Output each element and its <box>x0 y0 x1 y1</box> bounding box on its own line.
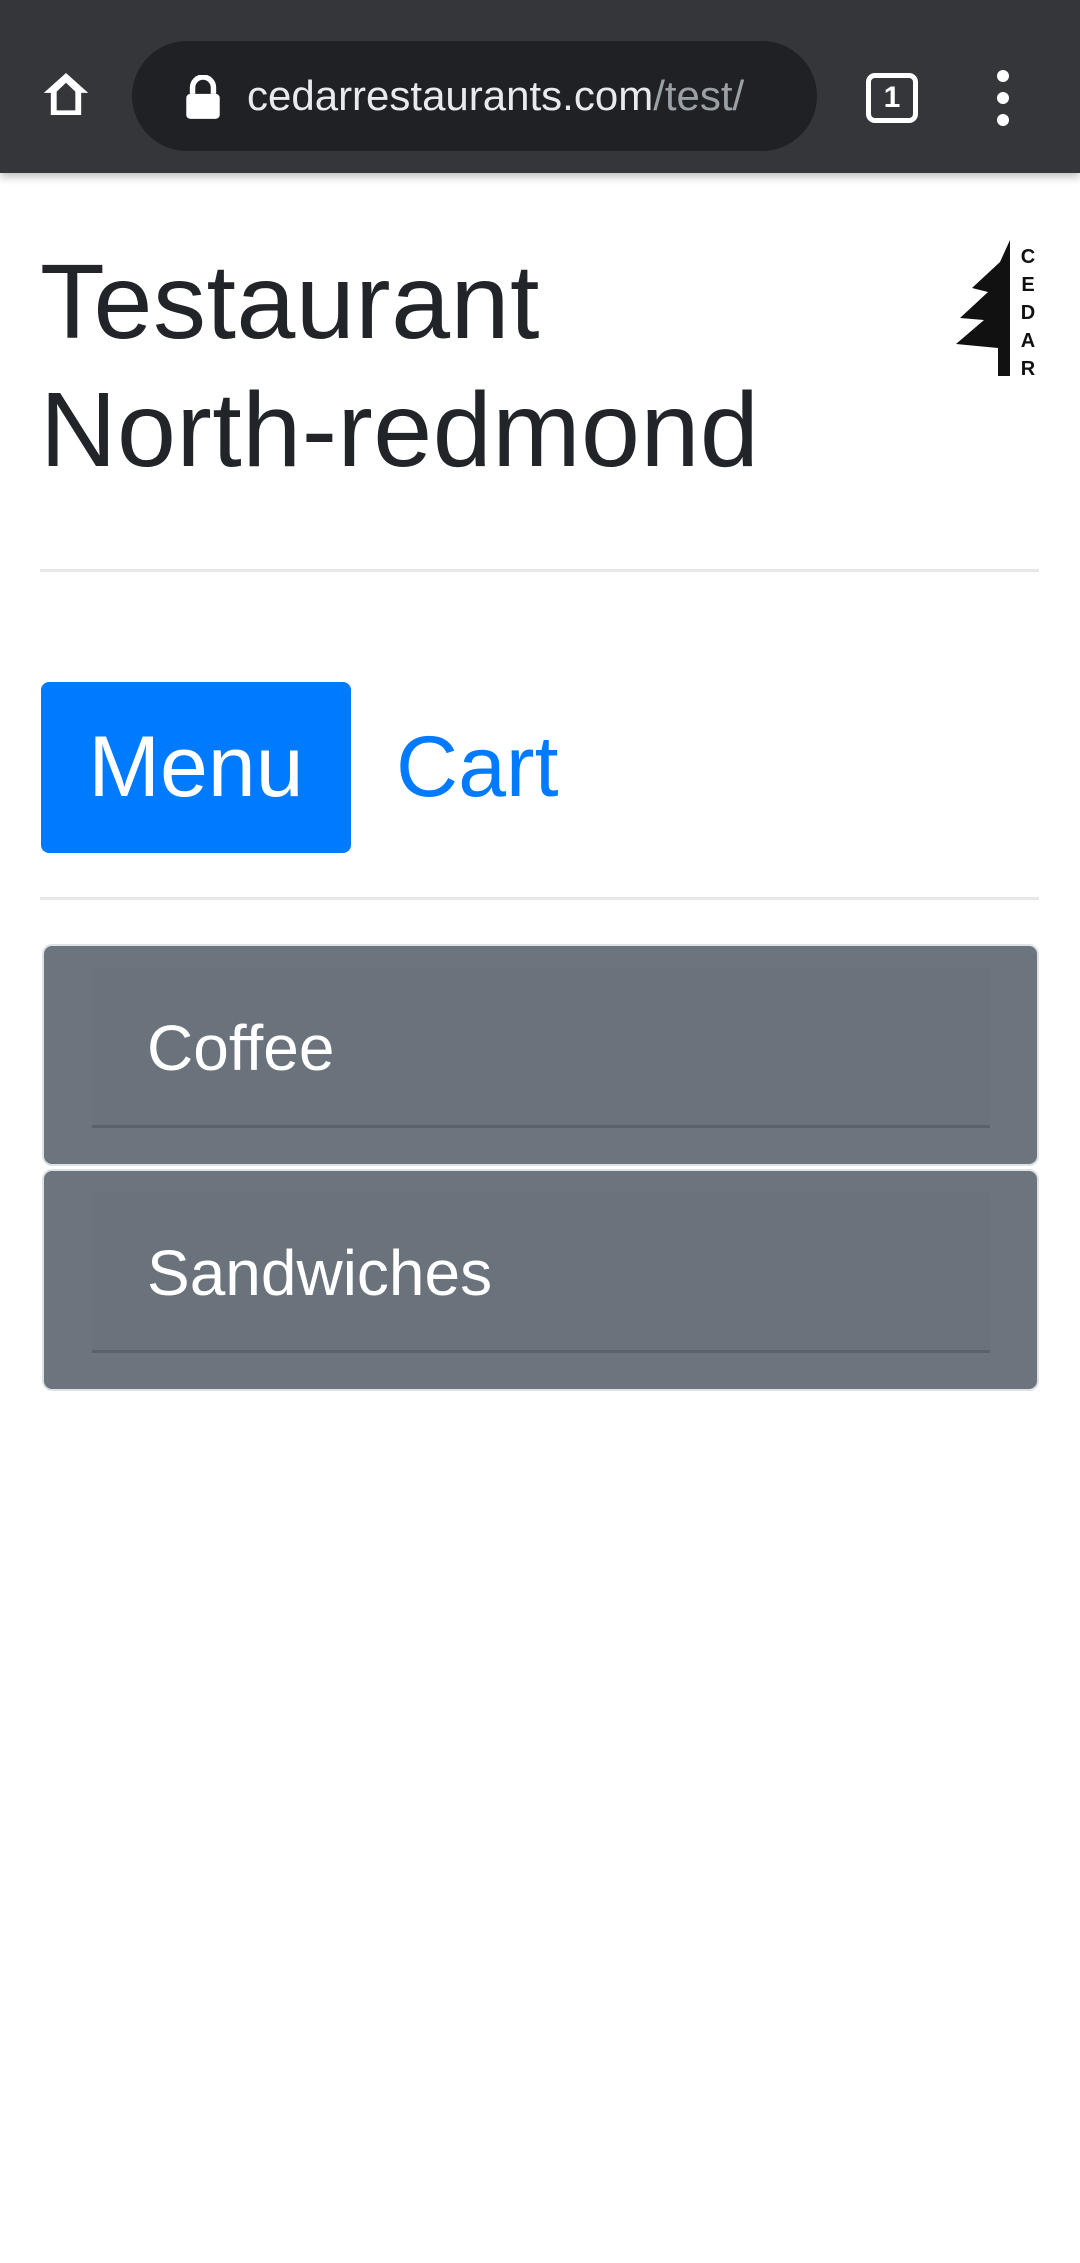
svg-text:R: R <box>1021 358 1036 378</box>
home-button[interactable] <box>30 58 102 130</box>
lock-icon <box>186 75 220 119</box>
page-title-line2: North-redmond <box>40 371 760 489</box>
url-path: /test/ <box>653 72 745 119</box>
more-vert-icon[interactable] <box>985 70 1021 126</box>
page-title-line1: Testaurant <box>40 243 540 361</box>
cedar-logo-icon: C E D A R <box>956 240 1036 378</box>
header-divider <box>40 569 1039 572</box>
home-icon <box>43 73 89 115</box>
svg-text:D: D <box>1021 302 1035 324</box>
category-label: Sandwiches <box>147 1237 493 1309</box>
nav-menu-tab[interactable]: Menu <box>41 682 351 853</box>
category-card-sandwiches[interactable]: Sandwiches <box>42 1169 1039 1391</box>
tab-switcher-button[interactable]: 1 <box>866 73 918 123</box>
svg-text:E: E <box>1021 274 1034 296</box>
category-label: Coffee <box>147 1012 335 1084</box>
svg-text:C: C <box>1021 246 1035 268</box>
url-text[interactable]: cedarrestaurants.com/test/ <box>247 41 807 151</box>
category-header: Coffee <box>92 968 990 1128</box>
category-header: Sandwiches <box>92 1193 990 1353</box>
url-host: cedarrestaurants.com <box>247 72 654 119</box>
browser-toolbar: cedarrestaurants.com/test/ 1 <box>0 0 1080 173</box>
category-card-coffee[interactable]: Coffee <box>42 944 1039 1166</box>
page-title: Testaurant North-redmond <box>40 238 890 494</box>
nav-cart-tab[interactable]: Cart <box>396 682 558 853</box>
address-bar[interactable]: cedarrestaurants.com/test/ <box>132 41 817 151</box>
svg-text:A: A <box>1021 330 1035 352</box>
nav-divider <box>40 897 1039 900</box>
